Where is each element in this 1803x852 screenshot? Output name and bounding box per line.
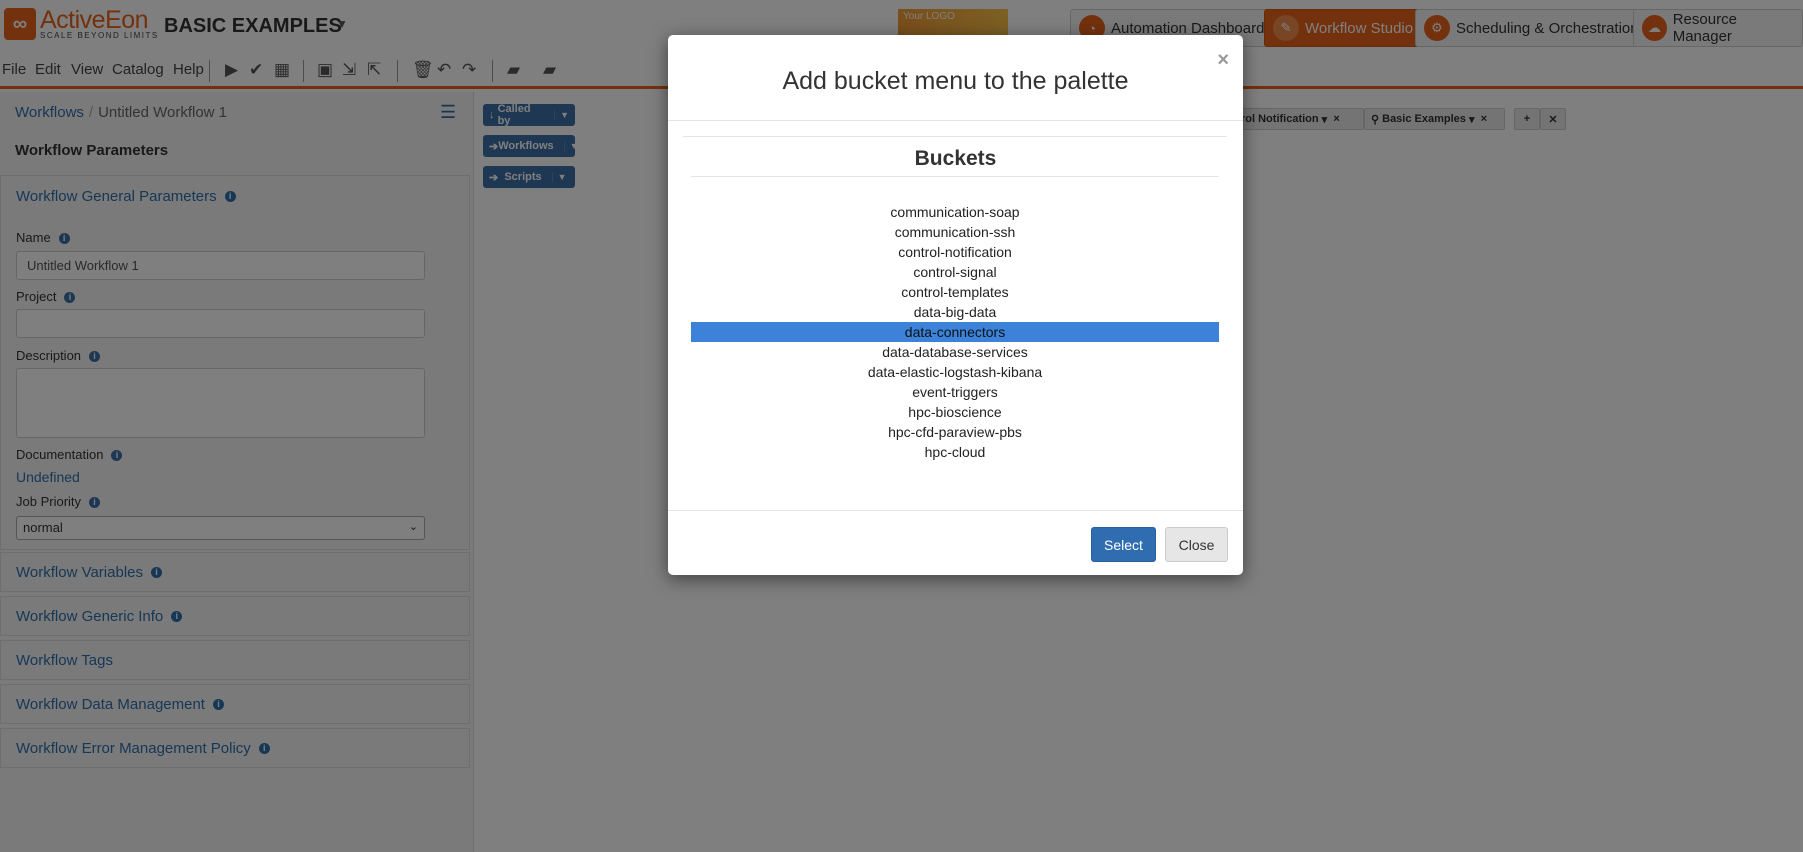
bucket-option[interactable]: event-triggers [691, 382, 1219, 402]
divider [691, 176, 1219, 177]
bucket-listbox[interactable]: communication-soap communication-ssh con… [691, 202, 1219, 462]
bucket-option[interactable]: data-elastic-logstash-kibana [691, 362, 1219, 382]
bucket-option[interactable]: control-notification [691, 242, 1219, 262]
bucket-option[interactable]: control-templates [691, 282, 1219, 302]
bucket-option[interactable]: communication-ssh [691, 222, 1219, 242]
bucket-option[interactable]: data-database-services [691, 342, 1219, 362]
bucket-option[interactable]: hpc-bioscience [691, 402, 1219, 422]
divider [668, 510, 1243, 511]
divider [683, 136, 1227, 137]
select-button[interactable]: Select [1091, 527, 1156, 562]
add-bucket-modal: × Add bucket menu to the palette Buckets… [668, 35, 1243, 575]
divider [668, 120, 1243, 121]
buckets-heading: Buckets [914, 147, 997, 170]
bucket-option[interactable]: hpc-cloud [691, 442, 1219, 462]
modal-title: Add bucket menu to the palette [782, 67, 1129, 95]
bucket-option[interactable]: control-signal [691, 262, 1219, 282]
bucket-option[interactable]: communication-soap [691, 202, 1219, 222]
bucket-option[interactable]: hpc-cfd-paraview-pbs [691, 422, 1219, 442]
bucket-option[interactable]: data-big-data [691, 302, 1219, 322]
bucket-option-selected[interactable]: data-connectors [691, 322, 1219, 342]
close-button[interactable]: Close [1165, 527, 1228, 562]
